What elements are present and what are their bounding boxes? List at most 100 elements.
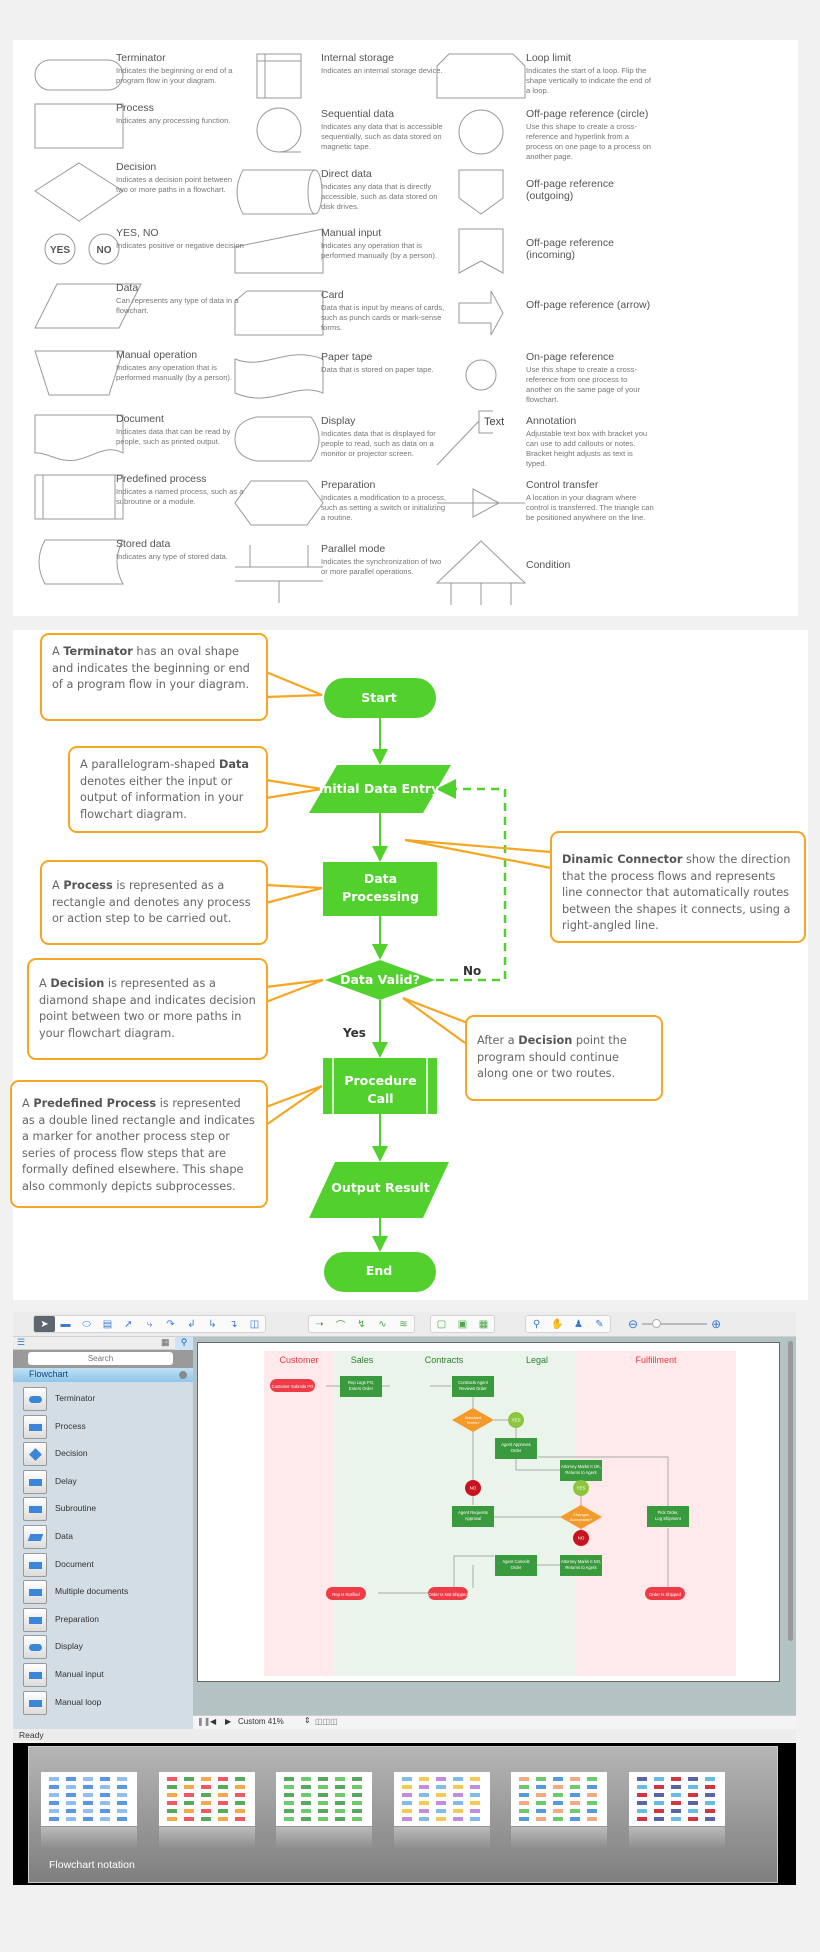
thumbnail-mark bbox=[83, 1785, 93, 1789]
connector-tool-icon[interactable]: ➚ bbox=[118, 1316, 139, 1332]
ellipse-tool-icon[interactable]: ⬭ bbox=[76, 1316, 97, 1332]
snap-tool-icon[interactable]: ▢ bbox=[431, 1316, 452, 1332]
template-thumbnail[interactable] bbox=[393, 1772, 490, 1826]
sidebar-header: ☰ ▦ ⚲ bbox=[13, 1337, 193, 1350]
group-tool-icon[interactable]: ▣ bbox=[452, 1316, 473, 1332]
zoom-out-icon[interactable]: ⊖ bbox=[628, 1317, 638, 1331]
thumbnail-mark bbox=[217, 1793, 228, 1797]
template-thumbnail[interactable] bbox=[511, 1772, 607, 1826]
zoom-level-select[interactable]: Custom 41% bbox=[238, 1717, 284, 1726]
tree-view-icon[interactable]: ☰ bbox=[17, 1337, 25, 1348]
ungroup-tool-icon[interactable]: ▦ bbox=[473, 1316, 494, 1332]
zoom-slider[interactable] bbox=[642, 1319, 708, 1328]
thumbnail-mark bbox=[452, 1809, 463, 1813]
zoom-in-icon[interactable]: ⊕ bbox=[711, 1317, 721, 1331]
library-item-decision[interactable]: Decision bbox=[23, 1441, 188, 1467]
legend-title-sequential-data: Sequential data bbox=[321, 108, 394, 120]
eyedropper-tool-icon[interactable]: ✎ bbox=[589, 1316, 610, 1332]
thumbnail-mark bbox=[166, 1777, 177, 1781]
close-library-icon[interactable] bbox=[179, 1371, 187, 1379]
thumbnail-mark bbox=[670, 1785, 681, 1789]
library-item-preparation[interactable]: Preparation bbox=[23, 1607, 188, 1633]
stamp-tool-icon[interactable]: ♟ bbox=[568, 1316, 589, 1332]
zoom-tool-icon[interactable]: ⚲ bbox=[526, 1316, 547, 1332]
rectangle-tool-icon[interactable]: ▬ bbox=[55, 1316, 76, 1332]
thumbnail-mark bbox=[352, 1801, 362, 1805]
library-item-label: Subroutine bbox=[55, 1503, 97, 1514]
legend-title-data: Data bbox=[116, 282, 139, 294]
library-section-flowchart[interactable]: Flowchart bbox=[13, 1368, 193, 1382]
pan-tool-icon[interactable]: ✋ bbox=[547, 1316, 568, 1332]
internal-storage-symbol bbox=[256, 53, 302, 99]
thumbnail-mark bbox=[284, 1817, 294, 1821]
library-item-subroutine[interactable]: Subroutine bbox=[23, 1496, 188, 1522]
library-item-display[interactable]: Display bbox=[23, 1634, 188, 1660]
library-item-manual-loop[interactable]: Manual loop bbox=[23, 1690, 188, 1716]
node-attorney-no-label: Returns to Agent bbox=[565, 1565, 597, 1570]
lane-title: Customer bbox=[279, 1355, 318, 1365]
search-icon[interactable]: ⚲ bbox=[175, 1337, 193, 1350]
drawing-page[interactable]: Customer Sales Contracts Legal Fulfillment Cu… bbox=[197, 1342, 780, 1682]
legend-desc-paper-tape: Data that is stored on paper tape. bbox=[321, 365, 434, 374]
library-search-input[interactable] bbox=[28, 1352, 173, 1365]
thumbnail-mark bbox=[183, 1777, 194, 1781]
org-connector-tool-icon[interactable]: ↴ bbox=[223, 1316, 244, 1332]
thumbnail-mark bbox=[553, 1801, 563, 1805]
prev-page-icon[interactable]: ◀ bbox=[210, 1717, 216, 1726]
legend-desc-manual-operation: Indicates any operation that is performe… bbox=[116, 363, 233, 382]
curved-connector-tool-icon[interactable]: ⤷ bbox=[139, 1316, 160, 1332]
thumbnail-mark bbox=[653, 1809, 664, 1813]
library-item-document[interactable]: Document bbox=[23, 1552, 188, 1578]
library-item-multiple-documents[interactable]: Multiple documents bbox=[23, 1579, 188, 1605]
node-output-result: Output Result bbox=[331, 1180, 430, 1195]
page-layout-icon[interactable]: ◫◫◫ bbox=[315, 1717, 338, 1726]
thumbnail-mark bbox=[335, 1817, 345, 1821]
thumbnail-mark bbox=[401, 1817, 412, 1821]
pointer-tool-icon[interactable]: ➤ bbox=[34, 1316, 55, 1332]
thumbnail-mark bbox=[49, 1817, 59, 1821]
library-item-terminator[interactable]: Terminator bbox=[23, 1386, 188, 1412]
freehand-tool-icon[interactable]: ≋ bbox=[393, 1316, 414, 1332]
thumbnail-mark bbox=[553, 1785, 563, 1789]
round-connector-tool-icon[interactable]: ↲ bbox=[181, 1316, 202, 1332]
table-tool-icon[interactable]: ▤ bbox=[97, 1316, 118, 1332]
zoom-slider-knob[interactable] bbox=[651, 1319, 661, 1328]
library-item-manual-input[interactable]: Manual input bbox=[23, 1662, 188, 1688]
next-page-icon[interactable]: ▶ bbox=[225, 1717, 231, 1726]
template-thumbnail[interactable] bbox=[276, 1772, 372, 1826]
polyline-tool-icon[interactable]: ∿ bbox=[372, 1316, 393, 1332]
thumbnail-mark bbox=[418, 1777, 429, 1781]
arc-tool-icon[interactable]: ⌒ bbox=[330, 1316, 351, 1332]
bezier-tool-icon[interactable]: ↯ bbox=[351, 1316, 372, 1332]
thumbnail-mark bbox=[636, 1785, 647, 1789]
library-item-label: Manual loop bbox=[55, 1696, 102, 1707]
pause-icon[interactable]: ❚❚ bbox=[197, 1717, 210, 1726]
tree-connector-tool-icon[interactable]: ↳ bbox=[202, 1316, 223, 1332]
condition-symbol bbox=[435, 540, 527, 605]
template-thumbnail[interactable] bbox=[41, 1772, 137, 1826]
template-thumbnail[interactable] bbox=[158, 1772, 255, 1826]
legend-desc-yes-no: Indicates positive or negative decision bbox=[116, 241, 244, 250]
node-contracts-agent-review-label: Contracts Agent bbox=[458, 1380, 489, 1385]
line-tool-icon[interactable]: ➝ bbox=[309, 1316, 330, 1332]
library-item-process[interactable]: Process bbox=[23, 1414, 188, 1440]
thumbnail-mark bbox=[435, 1809, 446, 1813]
thumbnail-mark bbox=[284, 1777, 294, 1781]
display-symbol bbox=[234, 416, 320, 462]
insert-tool-icon[interactable]: ◫ bbox=[244, 1316, 265, 1332]
template-thumbnail[interactable] bbox=[628, 1772, 725, 1826]
stepper-icon[interactable]: ⇕ bbox=[304, 1716, 311, 1725]
thumbnail-mark bbox=[469, 1793, 480, 1797]
legend-title-on-page-reference: On-page reference bbox=[526, 351, 615, 363]
grid-view-icon[interactable]: ▦ bbox=[161, 1337, 170, 1348]
legend-title-process: Process bbox=[116, 102, 154, 114]
legend-title-manual-input: Manual input bbox=[321, 227, 382, 239]
thumbnail-mark bbox=[217, 1777, 228, 1781]
legend-title-stored-data: Stored data bbox=[116, 538, 171, 550]
library-item-data[interactable]: Data bbox=[23, 1524, 188, 1550]
thumbnail-mark bbox=[100, 1817, 110, 1821]
library-item-delay[interactable]: Delay bbox=[23, 1469, 188, 1495]
vertical-scrollbar[interactable] bbox=[788, 1341, 793, 1641]
node-changes-acceptable-label: Acceptable? bbox=[570, 1517, 593, 1522]
smart-connector-tool-icon[interactable]: ↷ bbox=[160, 1316, 181, 1332]
